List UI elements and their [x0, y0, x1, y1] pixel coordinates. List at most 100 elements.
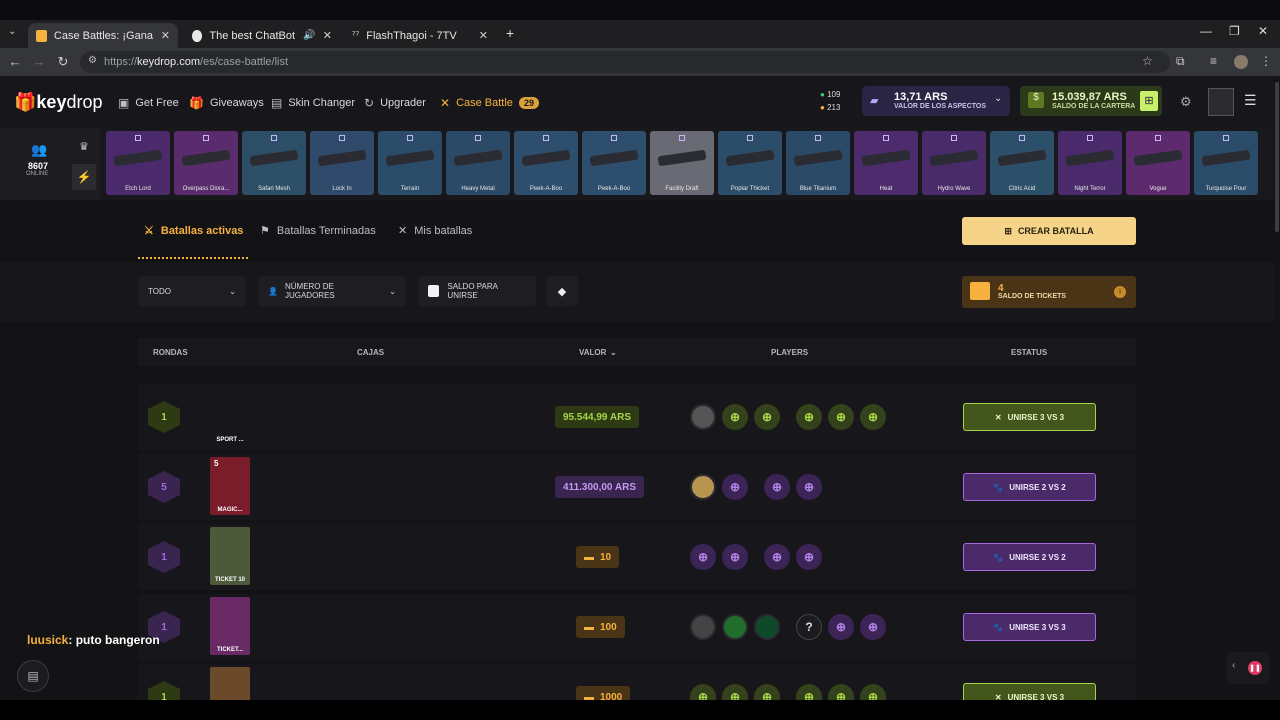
player-avatar[interactable] — [722, 614, 748, 640]
player-avatar[interactable] — [754, 614, 780, 640]
join-battle-button[interactable]: 🐾 UNIRSE 2 VS 2 — [963, 543, 1096, 571]
close-tab-icon[interactable]: ✕ — [323, 29, 332, 42]
case-image[interactable]: TICKET... — [210, 597, 250, 655]
player-avatar[interactable] — [690, 404, 716, 430]
players-select[interactable]: 👤 NÚMERO DE JUGADORES ⌄ — [258, 276, 406, 306]
user-avatar[interactable] — [1208, 88, 1234, 116]
maximize-icon[interactable]: ❐ — [1229, 24, 1240, 38]
close-tab-icon[interactable]: ✕ — [161, 29, 170, 42]
join-slot-plus-icon[interactable]: ⊕ — [690, 544, 716, 570]
bookmark-star-icon[interactable]: ☆ — [1142, 54, 1153, 68]
join-slot-plus-icon[interactable]: ⊕ — [690, 684, 716, 700]
join-slot-plus-icon[interactable]: ⊕ — [754, 404, 780, 430]
drop-item[interactable]: Turquoise Pour — [1194, 131, 1258, 195]
close-window-icon[interactable]: ✕ — [1258, 24, 1268, 38]
settings-gear-icon[interactable]: ⚙ — [1180, 94, 1192, 110]
drop-item[interactable]: Facility Draft — [650, 131, 714, 195]
drop-item[interactable]: Poplar Thicket — [718, 131, 782, 195]
tab-chatbot[interactable]: The best ChatBot and Widg 🔊 ✕ — [184, 23, 340, 48]
drop-item[interactable]: Peek-A-Boo — [582, 131, 646, 195]
new-tab-button[interactable]: + — [506, 25, 514, 41]
floating-widget[interactable]: ‹ ❚❚ — [1226, 652, 1270, 684]
join-slot-plus-icon[interactable]: ⊕ — [764, 474, 790, 500]
join-slot-plus-icon[interactable]: ⊕ — [722, 684, 748, 700]
lightning-icon[interactable]: ⚡ — [72, 164, 96, 190]
player-avatar[interactable] — [690, 474, 716, 500]
drop-item[interactable]: Night Terror — [1058, 131, 1122, 195]
tab-7tv[interactable]: ⁷⁷ FlashThagoi - 7TV ✕ — [344, 23, 496, 48]
tab-finished-battles[interactable]: ⚑ Batallas Terminadas — [260, 224, 376, 238]
case-image[interactable]: 5 MAGIC... — [210, 457, 250, 515]
header-value[interactable]: VALOR — [579, 348, 606, 357]
join-slot-plus-icon[interactable]: ⊕ — [764, 544, 790, 570]
back-icon[interactable]: ← — [3, 54, 27, 69]
join-slot-plus-icon[interactable]: ⊕ — [796, 474, 822, 500]
drop-item[interactable]: Citric Acid — [990, 131, 1054, 195]
tab-search-icon[interactable]: ⌄ — [8, 26, 16, 37]
keydrop-logo[interactable]: 🎁keydrop — [14, 92, 103, 113]
join-slot-plus-icon[interactable]: ⊕ — [754, 684, 780, 700]
join-battle-button[interactable]: 🐾 UNIRSE 3 VS 3 — [963, 613, 1096, 641]
drop-item[interactable]: Hydro Wave — [922, 131, 986, 195]
crown-icon[interactable]: ♛ — [79, 140, 89, 153]
mode-select[interactable]: TODO ⌄ — [138, 276, 246, 306]
tab-my-battles[interactable]: ✕ Mis batallas — [398, 224, 472, 238]
drop-item[interactable]: Peek-A-Boo — [514, 131, 578, 195]
inventory-value-box[interactable]: ▰ 13,71 ARS VALOR DE LOS ASPECTOS ⌄ — [862, 86, 1010, 116]
player-avatar[interactable] — [690, 614, 716, 640]
extensions-icon[interactable]: ⧉ — [1176, 54, 1185, 69]
join-slot-plus-icon[interactable]: ⊕ — [722, 474, 748, 500]
join-slot-plus-icon[interactable]: ⊕ — [796, 404, 822, 430]
drop-item[interactable]: Safari Mesh — [242, 131, 306, 195]
url-field[interactable]: ⚙ https://keydrop.com/es/case-battle/lis… — [80, 51, 1170, 73]
nav-case-battle[interactable]: ✕ Case Battle 29 — [440, 96, 539, 110]
case-image[interactable] — [210, 667, 250, 700]
drop-item[interactable]: Vogue — [1126, 131, 1190, 195]
join-slot-plus-icon[interactable]: ⊕ — [860, 404, 886, 430]
info-icon[interactable]: i — [1114, 286, 1126, 298]
tab-case-battles[interactable]: Case Battles: ¡Gana Skins Épicos ✕ — [28, 23, 178, 48]
join-slot-plus-icon[interactable]: ⊕ — [796, 684, 822, 700]
drop-item[interactable]: Blue Titanium — [786, 131, 850, 195]
sort-icon[interactable]: ⌄ — [610, 348, 617, 357]
wallet-balance-box[interactable]: $ 15.039,87 ARS SALDO DE LA CARTERA ⊞ — [1020, 86, 1162, 116]
scrollbar-thumb[interactable] — [1275, 82, 1279, 232]
join-slot-plus-icon[interactable]: ⊕ — [828, 614, 854, 640]
balance-checkbox[interactable]: SALDO PARA UNIRSE — [418, 276, 536, 306]
reload-icon[interactable]: ↻ — [51, 54, 75, 70]
nav-upgrader[interactable]: ↻ Upgrader — [364, 96, 426, 110]
join-slot-plus-icon[interactable]: ⊕ — [828, 684, 854, 700]
nav-get-free[interactable]: ▣ Get Free — [118, 96, 179, 110]
drop-item[interactable]: Heavy Metal — [446, 131, 510, 195]
browser-menu-icon[interactable]: ⋮ — [1260, 54, 1272, 68]
tab-active-battles[interactable]: ⚔ Batallas activas — [144, 224, 243, 238]
checkbox[interactable] — [428, 285, 440, 297]
join-battle-button[interactable]: ✕ UNIRSE 3 VS 3 — [963, 683, 1096, 700]
case-image[interactable]: SPORT ... — [210, 387, 250, 445]
site-info-icon[interactable]: ⚙ — [88, 55, 97, 66]
nav-skin-changer[interactable]: ▤ Skin Changer — [271, 96, 355, 110]
drop-item[interactable]: Etch Lord — [106, 131, 170, 195]
join-slot-plus-icon[interactable]: ⊕ — [796, 544, 822, 570]
media-icon[interactable]: ≡ — [1210, 54, 1217, 68]
case-image[interactable]: TICKET 10 — [210, 527, 250, 585]
close-tab-icon[interactable]: ✕ — [479, 29, 488, 42]
deposit-plus-icon[interactable]: ⊞ — [1140, 91, 1158, 111]
minimize-icon[interactable]: — — [1200, 24, 1212, 38]
join-slot-plus-icon[interactable]: ⊕ — [860, 614, 886, 640]
drop-item[interactable]: Lock In — [310, 131, 374, 195]
page-scrollbar[interactable] — [1274, 76, 1280, 700]
hamburger-menu-icon[interactable]: ☰ — [1244, 92, 1257, 109]
drop-item[interactable]: Heat — [854, 131, 918, 195]
nav-giveaways[interactable]: 🎁 Giveaways — [189, 96, 264, 110]
join-slot-plus-icon[interactable]: ⊕ — [722, 544, 748, 570]
create-battle-button[interactable]: ⊞ CREAR BATALLA — [962, 217, 1136, 245]
join-battle-button[interactable]: ✕ UNIRSE 3 VS 3 — [963, 403, 1096, 431]
join-slot-plus-icon[interactable]: ⊕ — [860, 684, 886, 700]
chat-toggle-button[interactable]: ▤ — [17, 660, 49, 692]
join-slot-plus-icon[interactable]: ⊕ — [828, 404, 854, 430]
drop-item[interactable]: Terrain — [378, 131, 442, 195]
clear-filters-button[interactable]: ◆ — [546, 276, 578, 306]
join-slot-plus-icon[interactable]: ⊕ — [722, 404, 748, 430]
pause-icon[interactable]: ❚❚ — [1248, 661, 1262, 675]
